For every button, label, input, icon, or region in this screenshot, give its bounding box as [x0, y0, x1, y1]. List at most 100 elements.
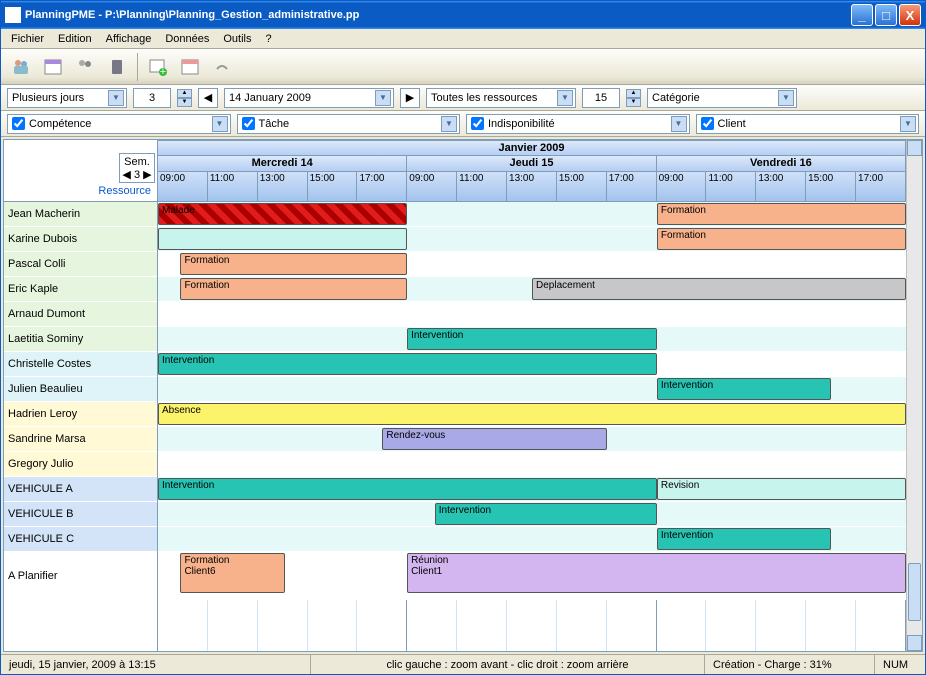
resource-row[interactable]: VEHICULE C	[4, 527, 157, 552]
resource-row[interactable]: Pascal Colli	[4, 252, 157, 277]
schedule-row[interactable]: Malade Formation	[158, 202, 906, 227]
task-block[interactable]: Deplacement	[532, 278, 906, 300]
dropdown-icon[interactable]: ▼	[212, 116, 228, 132]
dropdown-icon[interactable]: ▼	[671, 116, 687, 132]
resource-row[interactable]: Karine Dubois	[4, 227, 157, 252]
unavailability-filter[interactable]: Indisponibilité ▼	[466, 114, 690, 134]
task-checkbox[interactable]	[242, 117, 255, 130]
task-block[interactable]: Formation Client6	[180, 553, 285, 593]
task-block[interactable]: Absence	[158, 403, 906, 425]
task-block[interactable]: Revision	[657, 478, 906, 500]
users-icon[interactable]	[9, 55, 33, 79]
minimize-button[interactable]: _	[851, 4, 873, 26]
dropdown-icon[interactable]: ▼	[778, 90, 794, 106]
task-block[interactable]: Intervention	[158, 353, 657, 375]
schedule-row[interactable]: Absence	[158, 402, 906, 427]
task-block[interactable]: Formation	[657, 203, 906, 225]
clients-icon[interactable]	[73, 55, 97, 79]
task-block[interactable]: Réunion Client1	[407, 553, 906, 593]
schedule-row[interactable]: Intervention	[158, 377, 906, 402]
task-block[interactable]: Intervention	[407, 328, 657, 350]
resource-count-spinner[interactable]: ▲▼	[626, 89, 641, 107]
schedule-row[interactable]: Formation Client6 Réunion Client1	[158, 552, 906, 600]
close-button[interactable]: X	[899, 4, 921, 26]
menu-view[interactable]: Affichage	[100, 31, 158, 47]
view-mode-combo[interactable]: Plusieurs jours ▼	[7, 88, 127, 108]
client-checkbox[interactable]	[701, 117, 714, 130]
menu-tools[interactable]: Outils	[217, 31, 257, 47]
schedule-icon[interactable]	[178, 55, 202, 79]
schedule-row[interactable]: Intervention	[158, 502, 906, 527]
resource-row[interactable]: A Planifier	[4, 552, 157, 600]
resource-row[interactable]: Sandrine Marsa	[4, 427, 157, 452]
resource-row[interactable]: VEHICULE B	[4, 502, 157, 527]
task-block[interactable]: Malade	[158, 203, 407, 225]
schedule-row[interactable]: InterventionRevision	[158, 477, 906, 502]
menu-edit[interactable]: Edition	[52, 31, 98, 47]
week-selector[interactable]: Sem. ◀ 3 ▶	[119, 153, 155, 183]
day-header[interactable]: Jeudi 15	[407, 156, 656, 172]
date-combo[interactable]: 14 January 2009 ▼	[224, 88, 394, 108]
schedule-row[interactable]	[158, 452, 906, 477]
schedule-row[interactable]: Intervention	[158, 527, 906, 552]
vertical-scrollbar[interactable]	[906, 140, 922, 651]
day-count-spinner[interactable]: ▲▼	[177, 89, 192, 107]
competence-filter[interactable]: Compétence ▼	[7, 114, 231, 134]
task-block[interactable]: Intervention	[657, 528, 831, 550]
task-block[interactable]: Formation	[180, 253, 407, 275]
category-combo[interactable]: Catégorie ▼	[647, 88, 797, 108]
resource-header[interactable]: Ressource	[94, 183, 155, 199]
link-icon[interactable]	[210, 55, 234, 79]
dropdown-icon[interactable]: ▼	[441, 116, 457, 132]
schedule-grid[interactable]: MaladeFormationFormationFormationFormati…	[158, 202, 906, 651]
dropdown-icon[interactable]: ▼	[375, 90, 391, 106]
resources-combo[interactable]: Toutes les ressources ▼	[426, 88, 576, 108]
scroll-thumb[interactable]	[908, 563, 921, 620]
task-block[interactable]: Formation	[180, 278, 407, 300]
day-count-input[interactable]	[133, 88, 171, 108]
schedule-row[interactable]: Intervention	[158, 352, 906, 377]
next-button[interactable]: ▶	[400, 88, 420, 108]
menu-help[interactable]: ?	[260, 31, 278, 47]
add-calendar-icon[interactable]: +	[146, 55, 170, 79]
resource-row[interactable]: VEHICULE A	[4, 477, 157, 502]
schedule-row[interactable]: Formation	[158, 227, 906, 252]
schedule-row[interactable]: Intervention	[158, 327, 906, 352]
dropdown-icon[interactable]: ▼	[900, 116, 916, 132]
resource-row[interactable]: Eric Kaple	[4, 277, 157, 302]
client-filter[interactable]: Client ▼	[696, 114, 920, 134]
task-block[interactable]: Formation	[657, 228, 906, 250]
resource-row[interactable]: Julien Beaulieu	[4, 377, 157, 402]
task-block[interactable]: Intervention	[657, 378, 831, 400]
schedule-row[interactable]: Formation Deplacement	[158, 277, 906, 302]
resource-count-input[interactable]	[582, 88, 620, 108]
scroll-down-button[interactable]	[907, 635, 922, 651]
schedule-row[interactable]: Rendez-vous	[158, 427, 906, 452]
prev-button[interactable]: ◀	[198, 88, 218, 108]
unavailability-checkbox[interactable]	[471, 117, 484, 130]
task-block[interactable]: Intervention	[158, 478, 657, 500]
schedule-row[interactable]: Formation	[158, 252, 906, 277]
day-header[interactable]: Mercredi 14	[158, 156, 407, 172]
task-filter[interactable]: Tâche ▼	[237, 114, 461, 134]
calendar-icon[interactable]	[41, 55, 65, 79]
task-block[interactable]: Rendez-vous	[382, 428, 606, 450]
database-icon[interactable]	[105, 55, 129, 79]
resource-row[interactable]: Christelle Costes	[4, 352, 157, 377]
resource-row[interactable]: Hadrien Leroy	[4, 402, 157, 427]
dropdown-icon[interactable]: ▼	[108, 90, 124, 106]
menu-data[interactable]: Données	[159, 31, 215, 47]
scroll-track[interactable]	[907, 156, 922, 635]
maximize-button[interactable]: □	[875, 4, 897, 26]
task-block[interactable]	[158, 228, 407, 250]
dropdown-icon[interactable]: ▼	[557, 90, 573, 106]
resource-row[interactable]: Arnaud Dumont	[4, 302, 157, 327]
task-block[interactable]: Intervention	[435, 503, 657, 525]
resource-row[interactable]: Jean Macherin	[4, 202, 157, 227]
scroll-up-button[interactable]	[907, 140, 922, 156]
competence-checkbox[interactable]	[12, 117, 25, 130]
menu-file[interactable]: Fichier	[5, 31, 50, 47]
schedule-row[interactable]	[158, 302, 906, 327]
day-header[interactable]: Vendredi 16	[657, 156, 906, 172]
resource-row[interactable]: Laetitia Sominy	[4, 327, 157, 352]
